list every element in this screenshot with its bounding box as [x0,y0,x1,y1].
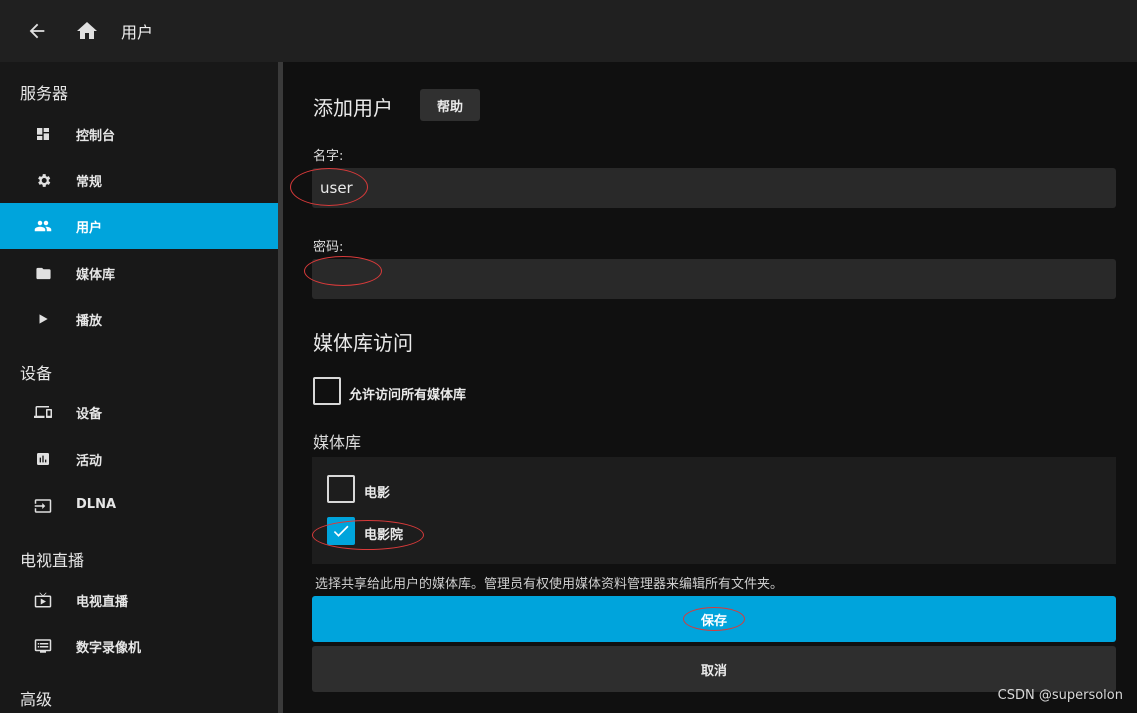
sidebar-section-advanced: 高级 [20,690,53,709]
chart-icon [34,450,52,468]
sidebar-item-livetv[interactable]: 电视直播 [0,577,278,623]
sidebar-item-library[interactable]: 媒体库 [0,250,278,296]
back-button[interactable] [22,16,52,46]
name-label: 名字: [313,149,344,164]
sidebar-item-label: 电视直播 [76,595,129,610]
sidebar-item-label: 媒体库 [76,268,116,283]
app-header: 用户 [0,0,1137,62]
password-label: 密码: [313,240,344,255]
help-button[interactable]: 帮助 [420,89,480,121]
sidebar-item-general[interactable]: 常规 [0,157,278,203]
input-icon [34,497,52,515]
watermark: CSDN @supersolon [997,688,1123,703]
check-icon [333,525,349,537]
devices-icon [34,403,52,421]
sidebar-item-label: 数字录像机 [76,641,142,656]
add-user-form: 添加用户 帮助 名字: user 密码: 媒体库访问 允许访问所有媒体库 媒体库… [283,62,1137,713]
sidebar-item-label: 常规 [76,175,103,190]
library-checkbox-cinema[interactable] [327,517,355,545]
sidebar-item-label: 设备 [76,407,103,422]
sidebar-item-label: DLNA [76,497,117,512]
sidebar-item-label: 活动 [76,454,103,469]
people-icon [34,217,52,235]
allow-all-label[interactable]: 允许访问所有媒体库 [349,384,466,403]
dvr-icon [34,637,52,655]
allow-all-checkbox[interactable] [313,377,341,405]
sidebar-item-label: 用户 [76,221,103,236]
live-tv-icon [34,591,52,609]
libraries-heading: 媒体库 [313,433,362,452]
form-heading: 添加用户 [313,96,393,120]
page-title: 用户 [121,23,154,42]
library-checkbox-movies[interactable] [327,475,355,503]
home-button[interactable] [72,16,102,46]
sidebar-item-dashboard[interactable]: 控制台 [0,111,278,157]
arrow-left-icon [29,23,45,39]
sidebar-item-users[interactable]: 用户 [0,203,278,249]
sidebar-item-playback[interactable]: 播放 [0,296,278,342]
library-access-heading: 媒体库访问 [313,331,413,355]
library-label-cinema[interactable]: 电影院 [364,524,403,543]
sidebar-section-server: 服务器 [20,84,69,103]
sidebar-item-dlna[interactable]: DLNA [0,483,278,529]
sidebar-item-dvr[interactable]: 数字录像机 [0,623,278,669]
dashboard-icon [34,125,52,143]
gear-icon [34,171,52,189]
save-button[interactable]: 保存 [312,596,1116,642]
sidebar-item-devices[interactable]: 设备 [0,389,278,435]
password-input[interactable] [312,259,1116,299]
sidebar-item-activity[interactable]: 活动 [0,436,278,482]
sidebar-item-label: 控制台 [76,129,116,144]
home-icon [77,22,97,39]
play-icon [34,310,52,328]
sidebar-section-livetv: 电视直播 [20,551,85,570]
name-input[interactable]: user [312,168,1116,208]
library-label-movies[interactable]: 电影 [364,482,390,501]
folder-icon [34,264,52,282]
sidebar-item-label: 播放 [76,314,103,329]
library-description: 选择共享给此用户的媒体库。管理员有权使用媒体资料管理器来编辑所有文件夹。 [315,577,784,592]
cancel-button[interactable]: 取消 [312,646,1116,692]
sidebar-section-devices: 设备 [20,364,53,383]
library-list [312,457,1116,564]
